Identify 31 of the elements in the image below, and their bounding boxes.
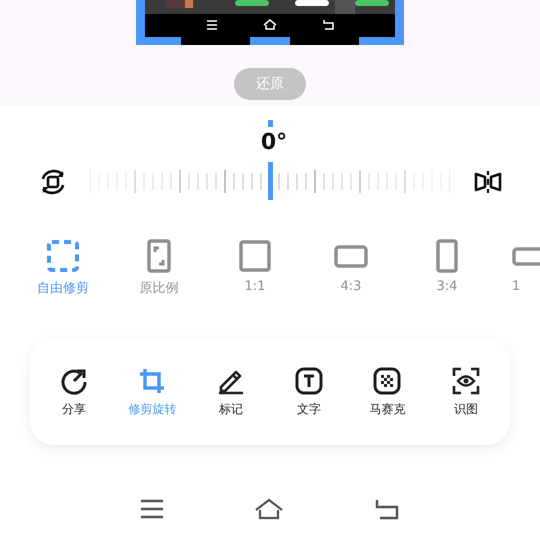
menu-icon[interactable] [140, 499, 164, 519]
eye-scan-icon [452, 366, 480, 394]
aspect-ratio-option[interactable]: 3:4 [399, 239, 495, 297]
back-icon[interactable] [374, 498, 400, 520]
text-icon [295, 366, 324, 394]
home-icon[interactable] [254, 498, 284, 520]
tool-button[interactable]: 马赛克 [348, 366, 427, 418]
menu-icon [206, 20, 218, 30]
slider-thumb[interactable] [268, 162, 273, 200]
aspect-ratio-option[interactable]: 自由修剪 [15, 239, 111, 297]
pointer-mark [268, 120, 272, 127]
rectangle-icon [238, 239, 272, 273]
tool-button[interactable]: 识图 [426, 366, 505, 418]
mosaic-icon [373, 366, 402, 394]
aspect-ratio-option[interactable]: 原比例 [111, 239, 207, 297]
tool-button[interactable]: 分享 [35, 366, 114, 418]
crop-frame[interactable] [136, 0, 404, 45]
aspect-ratio-option[interactable]: 1:1 [207, 239, 303, 297]
share-icon [60, 366, 88, 394]
back-icon [322, 19, 334, 30]
crop-icon [138, 366, 166, 394]
dashed-square-icon [46, 239, 80, 273]
aspect-ratio-option[interactable]: 1 [495, 239, 540, 297]
angle-value: 0° [260, 130, 288, 156]
tool-button[interactable]: 修剪旋转 [113, 366, 192, 418]
home-icon [263, 19, 277, 30]
tool-button[interactable]: 标记 [192, 366, 270, 418]
aspect-ratio-option[interactable]: 4:3 [303, 239, 399, 297]
tool-button[interactable]: 文字 [270, 366, 348, 418]
flip-icon[interactable] [474, 171, 502, 193]
restore-button[interactable]: 还原 [234, 68, 306, 100]
